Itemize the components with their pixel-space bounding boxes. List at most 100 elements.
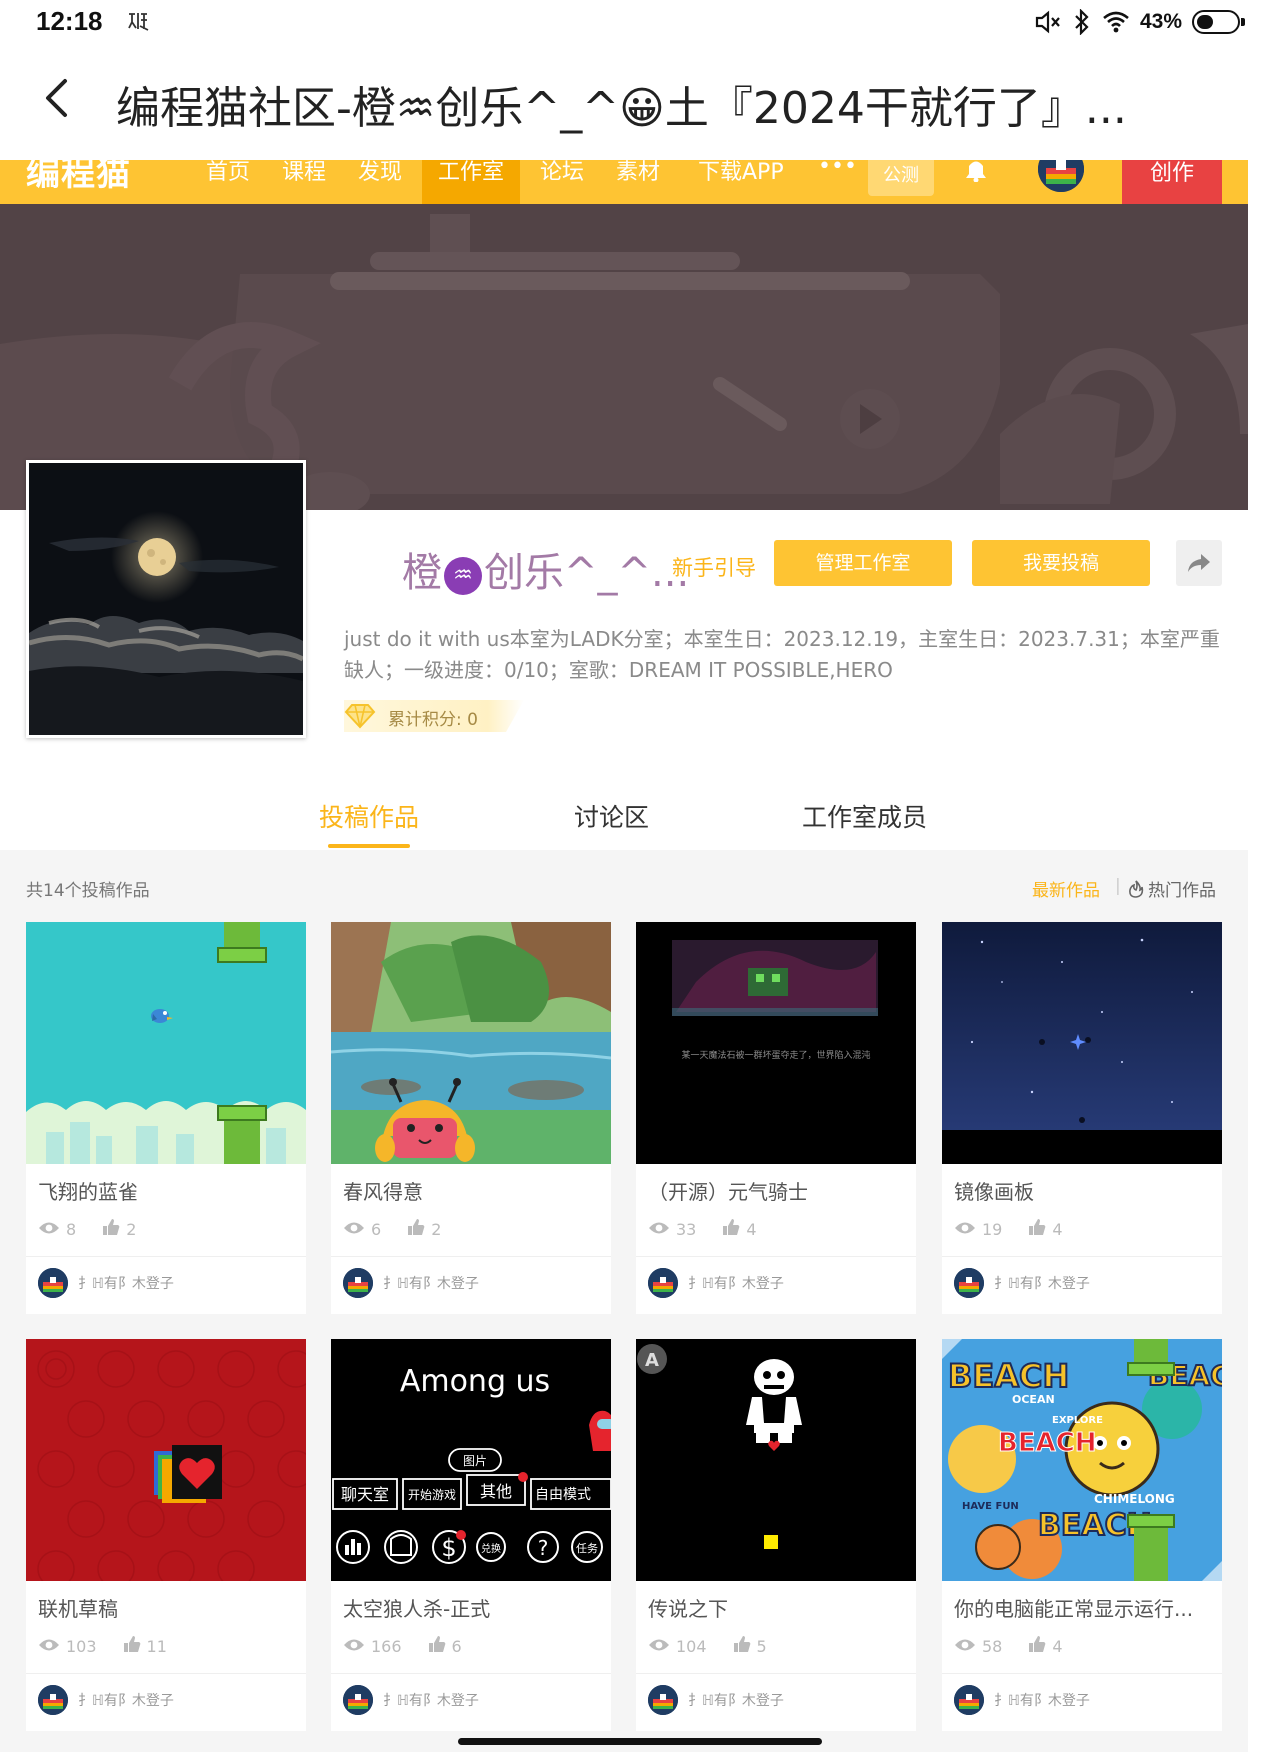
- studio-cover-image: [26, 460, 306, 738]
- create-button[interactable]: 创作: [1122, 160, 1222, 204]
- work-author[interactable]: 扌ℍ有阝木登子: [648, 1685, 784, 1715]
- author-name[interactable]: 扌ℍ有阝木登子: [383, 1690, 479, 1710]
- view-count: 166: [371, 1636, 402, 1656]
- like-count: 6: [451, 1636, 462, 1656]
- work-title[interactable]: 春风得意: [343, 1176, 599, 1205]
- work-author[interactable]: 扌ℍ有阝木登子: [343, 1268, 479, 1298]
- card-divider: [331, 1256, 611, 1257]
- work-author[interactable]: 扌ℍ有阝木登子: [954, 1268, 1090, 1298]
- nav-more[interactable]: •••: [818, 160, 857, 179]
- svg-text:$: $: [441, 1534, 456, 1562]
- tab-discussion[interactable]: 讨论区: [574, 798, 649, 834]
- work-card[interactable]: BEACH BEACH BEACH BEACH OCEAN HAVE FUN E…: [942, 1339, 1222, 1731]
- work-stats: 8 2: [38, 1218, 162, 1240]
- work-card[interactable]: 联机草稿 103 11 扌ℍ有阝木登子: [26, 1339, 306, 1731]
- card-divider: [636, 1256, 916, 1257]
- thumb-btn-free: 自由模式: [535, 1487, 591, 1503]
- author-name[interactable]: 扌ℍ有阝木登子: [994, 1690, 1090, 1710]
- work-thumbnail[interactable]: [331, 922, 611, 1164]
- bell-icon[interactable]: [962, 160, 990, 183]
- sort-separator: |: [1115, 876, 1121, 896]
- work-stats: 166 6: [343, 1635, 488, 1657]
- tab-submitted-works[interactable]: 投稿作品: [319, 798, 419, 834]
- back-button[interactable]: [30, 72, 82, 124]
- tab-studio-members[interactable]: 工作室成员: [802, 798, 927, 834]
- nav-forum[interactable]: 论坛: [540, 160, 584, 186]
- author-avatar[interactable]: [954, 1268, 984, 1298]
- thumbs-up-icon: [722, 1218, 740, 1240]
- work-thumbnail[interactable]: [942, 922, 1222, 1164]
- sort-latest[interactable]: 最新作品: [1032, 876, 1100, 901]
- share-icon: [1188, 554, 1210, 572]
- work-thumbnail[interactable]: [26, 1339, 306, 1581]
- nav-download-app[interactable]: 下载APP: [698, 160, 784, 186]
- author-avatar[interactable]: [954, 1685, 984, 1715]
- author-avatar[interactable]: [38, 1268, 68, 1298]
- eye-icon: [38, 1637, 60, 1656]
- author-name[interactable]: 扌ℍ有阝木登子: [78, 1273, 174, 1293]
- work-thumbnail[interactable]: [26, 922, 306, 1164]
- work-stats: 33 4: [648, 1218, 783, 1240]
- beta-badge[interactable]: 公测: [868, 160, 934, 196]
- nav-courses[interactable]: 课程: [282, 160, 326, 186]
- work-thumbnail[interactable]: Among us 图片 聊天室 开始游戏 其他 自由模式 $ 兑换 ? 任务: [331, 1339, 611, 1581]
- work-thumbnail[interactable]: A: [636, 1339, 916, 1581]
- view-count: 8: [66, 1219, 77, 1239]
- author-name[interactable]: 扌ℍ有阝木登子: [383, 1273, 479, 1293]
- work-card[interactable]: 飞翔的蓝雀 8 2 扌ℍ有阝木登子: [26, 922, 306, 1314]
- author-name[interactable]: 扌ℍ有阝木登子: [994, 1273, 1090, 1293]
- work-title[interactable]: 你的电脑能正常显示运行...: [954, 1593, 1210, 1622]
- works-count: 共14个投稿作品: [26, 881, 150, 901]
- thumb-word: OCEAN: [1012, 1393, 1055, 1406]
- work-title[interactable]: 联机草稿: [38, 1593, 294, 1622]
- work-thumbnail[interactable]: BEACH BEACH BEACH BEACH OCEAN HAVE FUN E…: [942, 1339, 1222, 1581]
- status-bar: 12:18 43%: [0, 0, 1280, 44]
- card-divider: [942, 1673, 1222, 1674]
- author-avatar[interactable]: [648, 1685, 678, 1715]
- submit-work-button[interactable]: 我要投稿: [972, 540, 1150, 586]
- author-avatar[interactable]: [38, 1685, 68, 1715]
- thumb-word: BEACH: [948, 1357, 1069, 1395]
- thumb-btn-start: 开始游戏: [408, 1488, 456, 1502]
- manage-studio-button[interactable]: 管理工作室: [774, 540, 952, 586]
- thumbs-up-icon: [1028, 1635, 1046, 1657]
- work-card[interactable]: A 传说之下 104 5 扌ℍ有阝木登子: [636, 1339, 916, 1731]
- user-avatar[interactable]: [1038, 160, 1084, 192]
- work-card[interactable]: Among us 图片 聊天室 开始游戏 其他 自由模式 $ 兑换 ? 任务 太…: [331, 1339, 611, 1731]
- nav-discover[interactable]: 发现: [358, 160, 402, 186]
- guide-link[interactable]: 新手引导: [672, 552, 756, 582]
- author-avatar[interactable]: [343, 1268, 373, 1298]
- work-author[interactable]: 扌ℍ有阝木登子: [954, 1685, 1090, 1715]
- sort-hot[interactable]: 热门作品: [1128, 876, 1216, 901]
- card-divider: [26, 1673, 306, 1674]
- author-avatar[interactable]: [343, 1685, 373, 1715]
- like-count: 4: [1052, 1636, 1063, 1656]
- site-logo[interactable]: 编程猫: [26, 160, 131, 195]
- work-author[interactable]: 扌ℍ有阝木登子: [343, 1685, 479, 1715]
- author-name[interactable]: 扌ℍ有阝木登子: [688, 1690, 784, 1710]
- thumbs-up-icon: [123, 1635, 141, 1657]
- work-author[interactable]: 扌ℍ有阝木登子: [648, 1268, 784, 1298]
- share-button[interactable]: [1176, 540, 1222, 586]
- work-title[interactable]: 飞翔的蓝雀: [38, 1176, 294, 1205]
- like-count: 4: [1052, 1219, 1063, 1239]
- work-author[interactable]: 扌ℍ有阝木登子: [38, 1268, 174, 1298]
- work-title[interactable]: 传说之下: [648, 1593, 904, 1622]
- thumb-btn-other: 其他: [480, 1482, 512, 1501]
- work-card[interactable]: 镜像画板 19 4 扌ℍ有阝木登子: [942, 922, 1222, 1314]
- work-card[interactable]: 春风得意 6 2 扌ℍ有阝木登子: [331, 922, 611, 1314]
- work-author[interactable]: 扌ℍ有阝木登子: [38, 1685, 174, 1715]
- author-name[interactable]: 扌ℍ有阝木登子: [688, 1273, 784, 1293]
- work-title[interactable]: 太空狼人杀-正式: [343, 1593, 599, 1622]
- author-name[interactable]: 扌ℍ有阝木登子: [78, 1690, 174, 1710]
- work-title[interactable]: （开源）元气骑士: [648, 1176, 904, 1205]
- work-card[interactable]: 某一天魔法石被一群坏蛋夺走了，世界陷入混沌 （开源）元气骑士 33 4 扌ℍ有阝…: [636, 922, 916, 1314]
- home-indicator[interactable]: [458, 1738, 822, 1745]
- work-thumbnail[interactable]: 某一天魔法石被一群坏蛋夺走了，世界陷入混沌: [636, 922, 916, 1164]
- work-title[interactable]: 镜像画板: [954, 1176, 1210, 1205]
- author-avatar[interactable]: [648, 1268, 678, 1298]
- nav-materials[interactable]: 素材: [616, 160, 660, 186]
- nav-home[interactable]: 首页: [206, 160, 250, 186]
- eye-icon: [648, 1220, 670, 1239]
- nav-studio[interactable]: 工作室: [422, 160, 521, 204]
